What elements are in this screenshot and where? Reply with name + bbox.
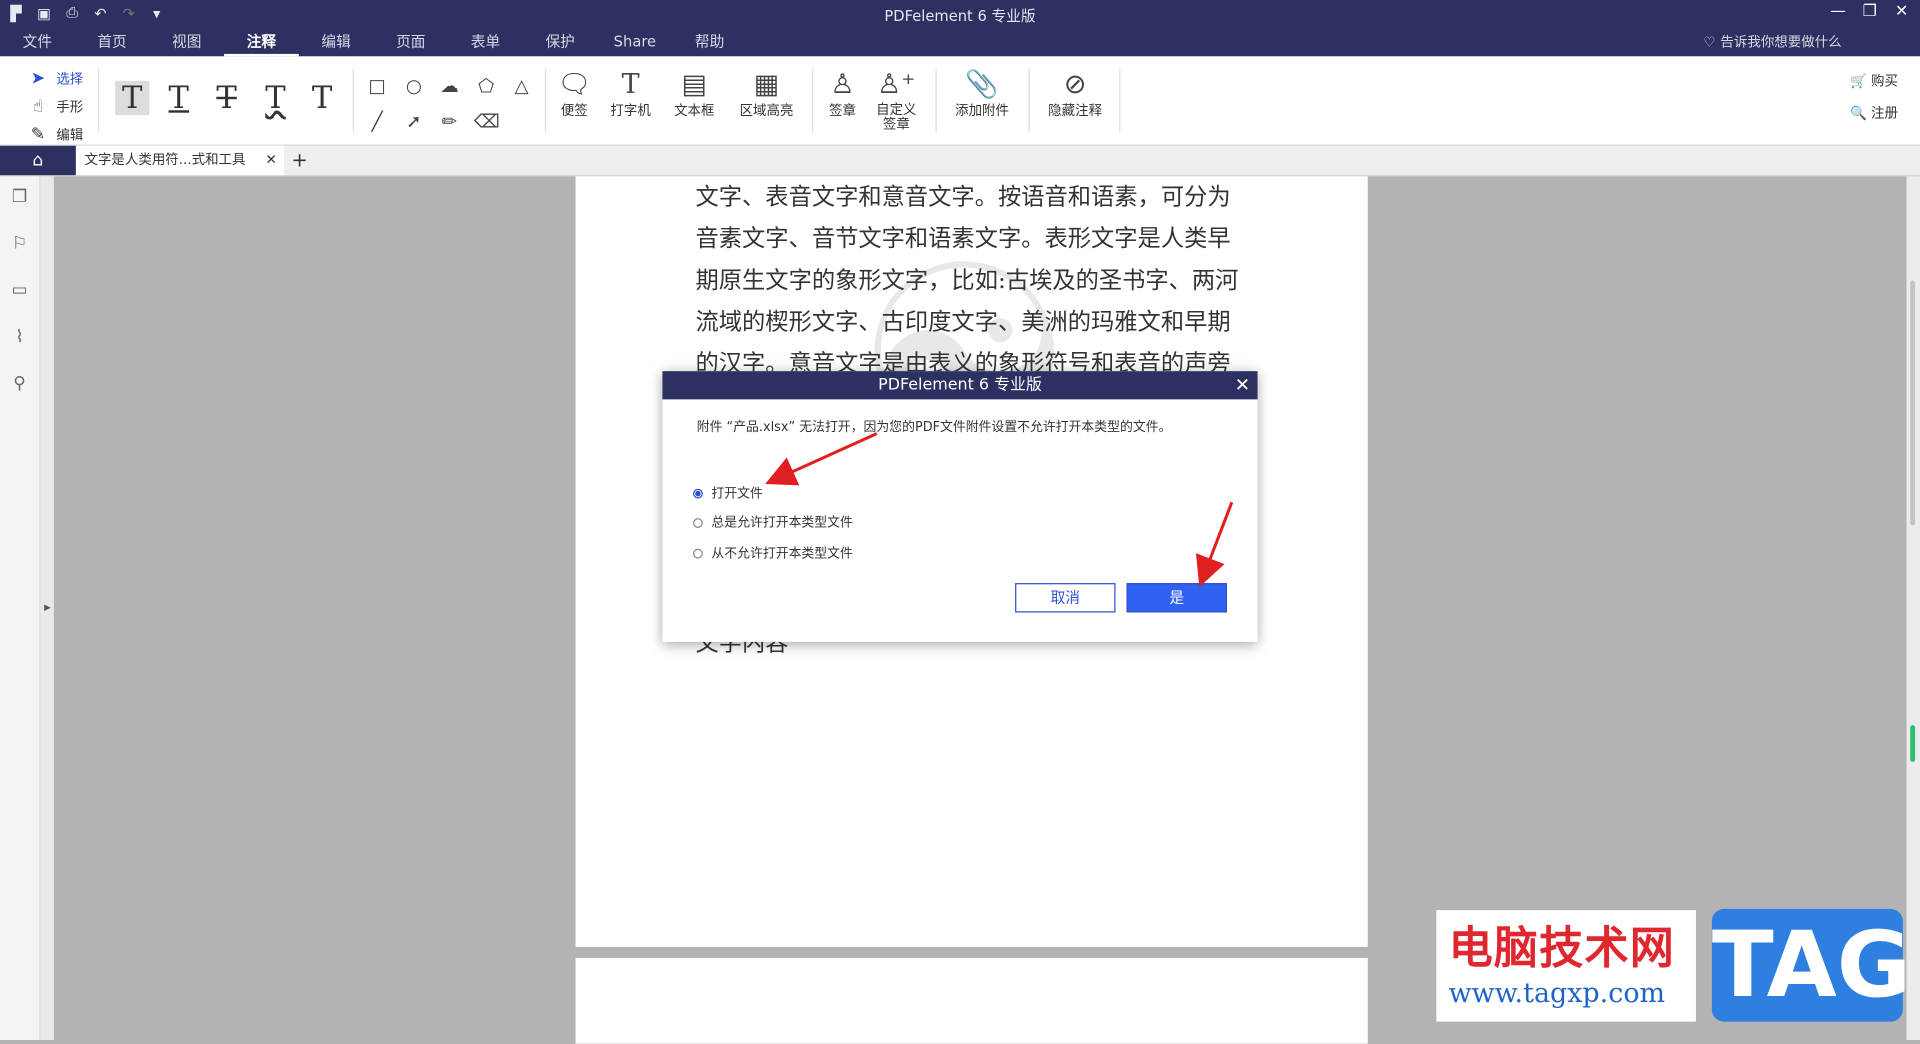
- site-watermark: 电脑技术网 www.tagxp.com: [1436, 910, 1696, 1022]
- annotation-arrows: [765, 432, 1234, 588]
- site-watermark-tag: TAG: [1711, 908, 1911, 1022]
- site-watermark-url: www.tagxp.com: [1448, 978, 1666, 1010]
- annotation-arrow-open-file: [765, 432, 878, 486]
- annotation-arrow-yes: [1195, 501, 1234, 588]
- site-watermark-name: 电脑技术网: [1448, 923, 1676, 974]
